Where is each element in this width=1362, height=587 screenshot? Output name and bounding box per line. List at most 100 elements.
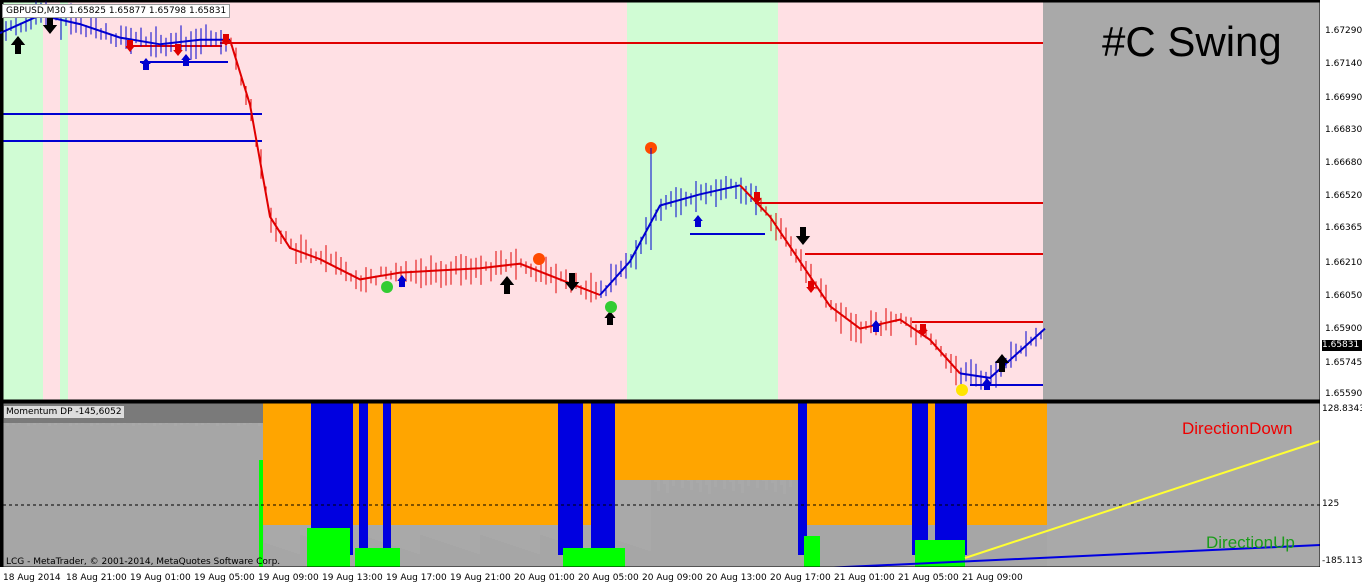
momentum-bar: [219, 422, 222, 567]
momentum-bar: [843, 525, 846, 567]
momentum-bar: [729, 482, 732, 567]
momentum-bar: [90, 426, 93, 567]
time-tick: 18 Aug 21:00: [66, 573, 127, 583]
momentum-bar: [555, 540, 558, 567]
momentum-bar: [705, 485, 708, 567]
momentum-bar: [216, 426, 219, 567]
momentum-green: [307, 528, 350, 567]
momentum-bar: [441, 542, 444, 567]
momentum-bar: [636, 547, 639, 567]
momentum-bar: [1026, 520, 1029, 567]
momentum-bar: [480, 535, 483, 567]
momentum-bar: [78, 421, 81, 567]
momentum-bar: [45, 423, 48, 567]
momentum-bar: [474, 553, 477, 567]
current-price-box: 1.65831: [1322, 340, 1362, 351]
indicator-tick: -185.1132: [1322, 556, 1362, 566]
momentum-bar: [192, 423, 195, 567]
momentum-bar: [714, 487, 717, 567]
momentum-bar: [420, 535, 423, 567]
momentum-bar: [237, 426, 240, 567]
momentum-block: [383, 403, 391, 555]
signal-dot: [605, 301, 617, 313]
momentum-bar: [834, 520, 837, 567]
momentum-bar: [69, 426, 72, 567]
momentum-bar: [27, 426, 30, 567]
momentum-bar: [762, 481, 765, 567]
direction-up-label: DirectionUp: [1206, 533, 1295, 552]
momentum-bar: [723, 489, 726, 567]
signal-dot: [533, 253, 545, 265]
momentum-bar: [423, 536, 426, 567]
momentum-bar: [753, 479, 756, 567]
momentum-bar: [639, 548, 642, 567]
momentum-bar: [21, 420, 24, 567]
momentum-bar: [906, 520, 909, 567]
watermark-title: #C Swing: [1102, 18, 1282, 65]
momentum-bar: [63, 420, 66, 567]
indicator-label: Momentum DP -145,6052: [4, 406, 124, 418]
momentum-bar: [291, 552, 294, 567]
momentum-bar: [720, 480, 723, 567]
time-tick: 18 Aug 2014: [3, 573, 61, 583]
momentum-bar: [717, 471, 720, 567]
momentum-bar: [60, 424, 63, 567]
momentum-bar: [435, 540, 438, 567]
momentum-bar: [84, 420, 87, 567]
momentum-bar: [75, 425, 78, 567]
momentum-bar: [741, 493, 744, 567]
momentum-bar: [171, 423, 174, 567]
momentum-bar: [444, 543, 447, 567]
momentum-bar: [552, 539, 555, 567]
momentum-bar: [483, 536, 486, 567]
momentum-bar: [129, 423, 132, 567]
momentum-block: [935, 403, 967, 555]
momentum-bar: [855, 525, 858, 567]
momentum-bar: [138, 425, 141, 567]
momentum-bar: [81, 424, 84, 567]
momentum-block: [273, 403, 311, 525]
price-chart[interactable]: [0, 0, 1362, 587]
momentum-bar: [99, 421, 102, 567]
momentum-bar: [858, 520, 861, 567]
momentum-bar: [180, 425, 183, 567]
momentum-bar: [1011, 525, 1014, 567]
momentum-block: [591, 403, 615, 555]
momentum-bar: [891, 525, 894, 567]
momentum-bar: [195, 426, 198, 567]
momentum-bar: [681, 488, 684, 567]
momentum-bar: [534, 553, 537, 567]
momentum-bar: [456, 547, 459, 567]
momentum-bar: [51, 422, 54, 567]
time-tick: 19 Aug 01:00: [130, 573, 191, 583]
momentum-bar: [1035, 525, 1038, 567]
momentum-bar: [666, 493, 669, 567]
momentum-bar: [777, 476, 780, 567]
momentum-bar: [450, 545, 453, 567]
momentum-bar: [645, 550, 648, 567]
momentum-bar: [159, 425, 162, 567]
signal-dot: [956, 384, 968, 396]
momentum-bar: [183, 421, 186, 567]
momentum-bar: [540, 535, 543, 567]
momentum-bar: [132, 426, 135, 567]
momentum-bar: [108, 423, 111, 567]
momentum-bar: [462, 549, 465, 567]
momentum-bar: [93, 422, 96, 567]
momentum-bar: [672, 486, 675, 567]
momentum-bar: [771, 483, 774, 567]
momentum-bar: [903, 525, 906, 567]
momentum-bar: [213, 423, 216, 567]
momentum-bar: [702, 476, 705, 567]
time-tick: 20 Aug 17:00: [770, 573, 831, 583]
momentum-bar: [198, 422, 201, 567]
momentum-bar: [30, 422, 33, 567]
momentum-bar: [630, 545, 633, 567]
momentum-bar: [66, 423, 69, 567]
copyright-text: LCG - MetaTrader, © 2001-2014, MetaQuote…: [6, 557, 281, 567]
momentum-bar: [648, 551, 651, 567]
momentum-bar: [177, 422, 180, 567]
momentum-block: [359, 403, 368, 555]
momentum-bar: [1023, 525, 1026, 567]
momentum-bar: [96, 425, 99, 567]
